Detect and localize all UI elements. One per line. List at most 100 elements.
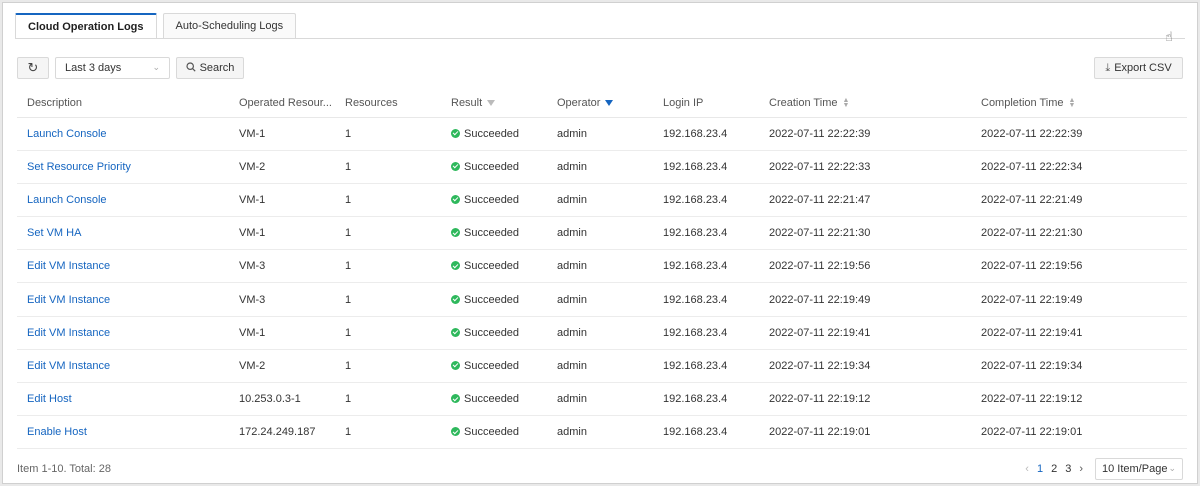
resources-count-cell: 1 bbox=[335, 349, 441, 384]
result-label: Succeeded bbox=[464, 193, 520, 206]
result-label: Succeeded bbox=[464, 160, 520, 173]
table-row[interactable]: Edit VM Instance VM-1 1 Succeeded admin 192.1… bbox=[17, 316, 1187, 350]
tab-cloud-operation-logs[interactable]: Cloud Operation Logs bbox=[15, 13, 157, 39]
resources-count-cell: 1 bbox=[335, 282, 441, 317]
download-icon: ⤓ bbox=[1105, 61, 1111, 74]
log-description-link[interactable]: Edit VM Instance bbox=[17, 249, 229, 284]
operated-resource-cell: 172.24.249.187 bbox=[229, 415, 335, 450]
page-size-select[interactable]: 10 Item/Page ⌄ bbox=[1095, 458, 1183, 480]
result-label: Succeeded bbox=[464, 260, 520, 273]
login-ip-cell: 192.168.23.4 bbox=[653, 183, 759, 218]
prev-page-icon[interactable]: ‹ bbox=[1025, 463, 1029, 475]
login-ip-cell: 192.168.23.4 bbox=[653, 117, 759, 151]
login-ip-cell: 192.168.23.4 bbox=[653, 349, 759, 384]
login-ip-cell: 192.168.23.4 bbox=[653, 150, 759, 184]
operator-cell: admin bbox=[547, 382, 653, 417]
tab-auto-scheduling-logs[interactable]: Auto-Scheduling Logs bbox=[162, 13, 297, 38]
table-row[interactable]: Set VM HA VM-1 1 Succeeded admin 192.168.23.4… bbox=[17, 216, 1187, 251]
log-tabs: Cloud Operation Logs Auto-Scheduling Log… bbox=[15, 13, 302, 39]
log-description-link[interactable]: Edit VM Instance bbox=[17, 349, 229, 384]
table-row[interactable]: Set Resource Priority VM-2 1 Succeeded admin… bbox=[17, 150, 1187, 184]
next-page-icon[interactable]: › bbox=[1079, 463, 1083, 475]
page-1[interactable]: 1 bbox=[1037, 463, 1043, 475]
result-cell: Succeeded bbox=[441, 249, 547, 284]
page-size-value: 10 Item/Page bbox=[1102, 463, 1168, 475]
table-row[interactable]: Edit Host 10.253.0.3-1 1 Succeeded admin 192.… bbox=[17, 382, 1187, 417]
operated-resource-cell: VM-2 bbox=[229, 150, 335, 184]
refresh-button[interactable]: ↻ bbox=[17, 57, 49, 79]
login-ip-cell: 192.168.23.4 bbox=[653, 415, 759, 450]
log-description-link[interactable]: Set Resource Priority bbox=[17, 150, 229, 184]
operated-resource-cell: VM-2 bbox=[229, 349, 335, 384]
result-label: Succeeded bbox=[464, 426, 520, 439]
table-footer: Item 1-10. Total: 28 ‹ 1 2 3 › 10 Item/P… bbox=[17, 458, 1183, 482]
operator-cell: admin bbox=[547, 183, 653, 218]
login-ip-cell: 192.168.23.4 bbox=[653, 382, 759, 417]
operator-cell: admin bbox=[547, 349, 653, 384]
table-row[interactable]: Launch Console VM-1 1 Succeeded admin 192.168… bbox=[17, 117, 1187, 151]
search-label: Search bbox=[199, 62, 235, 74]
creation-time-cell: 2022-07-11 22:19:12 bbox=[759, 382, 971, 417]
creation-time-cell: 2022-07-11 22:19:34 bbox=[759, 349, 971, 384]
resources-count-cell: 1 bbox=[335, 382, 441, 417]
filter-active-icon[interactable] bbox=[605, 99, 614, 106]
refresh-icon: ↻ bbox=[27, 60, 39, 75]
creation-time-cell: 2022-07-11 22:21:47 bbox=[759, 183, 971, 218]
time-range-select[interactable]: Last 3 days ⌄ bbox=[55, 57, 170, 79]
chevron-down-icon: ⌄ bbox=[152, 62, 160, 72]
export-csv-button[interactable]: ⤓ Export CSV bbox=[1094, 57, 1183, 79]
page-2[interactable]: 2 bbox=[1051, 463, 1057, 475]
check-circle-icon bbox=[451, 360, 460, 370]
time-range-value: Last 3 days bbox=[65, 62, 122, 74]
search-button[interactable]: Search bbox=[176, 57, 244, 79]
operated-resource-cell: VM-1 bbox=[229, 216, 335, 251]
table-row[interactable]: Edit VM Instance VM-3 1 Succeeded admin 192.1… bbox=[17, 282, 1187, 317]
creation-time-cell: 2022-07-11 22:21:30 bbox=[759, 216, 971, 251]
operator-cell: admin bbox=[547, 316, 653, 350]
sort-icon[interactable]: ▲ ▼ bbox=[1069, 97, 1076, 109]
log-description-link[interactable]: Edit Host bbox=[17, 382, 229, 417]
log-description-link[interactable]: Enable Host bbox=[17, 415, 229, 450]
log-panel: Cloud Operation Logs Auto-Scheduling Log… bbox=[2, 2, 1198, 484]
resources-count-cell: 1 bbox=[335, 117, 441, 151]
resources-count-cell: 1 bbox=[335, 216, 441, 251]
operated-resource-cell: 10.253.0.3-1 bbox=[229, 382, 335, 417]
completion-time-cell: 2022-07-11 22:19:34 bbox=[971, 349, 1187, 384]
check-circle-icon bbox=[451, 161, 460, 171]
table-row[interactable]: Launch Console VM-1 1 Succeeded admin 192.168… bbox=[17, 183, 1187, 218]
result-cell: Succeeded bbox=[441, 415, 547, 450]
creation-time-cell: 2022-07-11 22:22:33 bbox=[759, 150, 971, 184]
table-row[interactable]: Edit VM Instance VM-2 1 Succeeded admin 192.1… bbox=[17, 349, 1187, 384]
login-ip-cell: 192.168.23.4 bbox=[653, 282, 759, 317]
search-icon bbox=[185, 61, 196, 75]
resources-count-cell: 1 bbox=[335, 316, 441, 350]
log-description-link[interactable]: Launch Console bbox=[17, 117, 229, 151]
log-description-link[interactable]: Edit VM Instance bbox=[17, 282, 229, 317]
filter-icon[interactable] bbox=[487, 99, 496, 106]
table-row[interactable]: Enable Host 172.24.249.187 1 Succeeded admin… bbox=[17, 415, 1187, 450]
result-cell: Succeeded bbox=[441, 150, 547, 184]
creation-time-cell: 2022-07-11 22:19:41 bbox=[759, 316, 971, 350]
log-description-link[interactable]: Set VM HA bbox=[17, 216, 229, 251]
result-cell: Succeeded bbox=[441, 382, 547, 417]
operator-cell: admin bbox=[547, 216, 653, 251]
result-label: Succeeded bbox=[464, 227, 520, 240]
col-resources: Resources bbox=[335, 89, 441, 118]
page-3[interactable]: 3 bbox=[1065, 463, 1071, 475]
check-circle-icon bbox=[451, 194, 460, 204]
log-description-link[interactable]: Edit VM Instance bbox=[17, 316, 229, 350]
sort-icon[interactable]: ▲ ▼ bbox=[842, 97, 849, 109]
col-completion-time: Completion Time ▲ ▼ bbox=[971, 89, 1187, 118]
resources-count-cell: 1 bbox=[335, 249, 441, 284]
table-row[interactable]: Edit VM Instance VM-3 1 Succeeded admin 192.1… bbox=[17, 249, 1187, 284]
table-header-row: Description Operated Resour... Resources… bbox=[17, 89, 1187, 118]
completion-time-cell: 2022-07-11 22:22:39 bbox=[971, 117, 1187, 151]
result-cell: Succeeded bbox=[441, 117, 547, 151]
col-login-ip: Login IP bbox=[653, 89, 759, 118]
log-description-link[interactable]: Launch Console bbox=[17, 183, 229, 218]
col-result: Result bbox=[441, 89, 547, 118]
check-circle-icon bbox=[451, 294, 460, 304]
operator-cell: admin bbox=[547, 415, 653, 450]
login-ip-cell: 192.168.23.4 bbox=[653, 249, 759, 284]
operated-resource-cell: VM-1 bbox=[229, 316, 335, 350]
